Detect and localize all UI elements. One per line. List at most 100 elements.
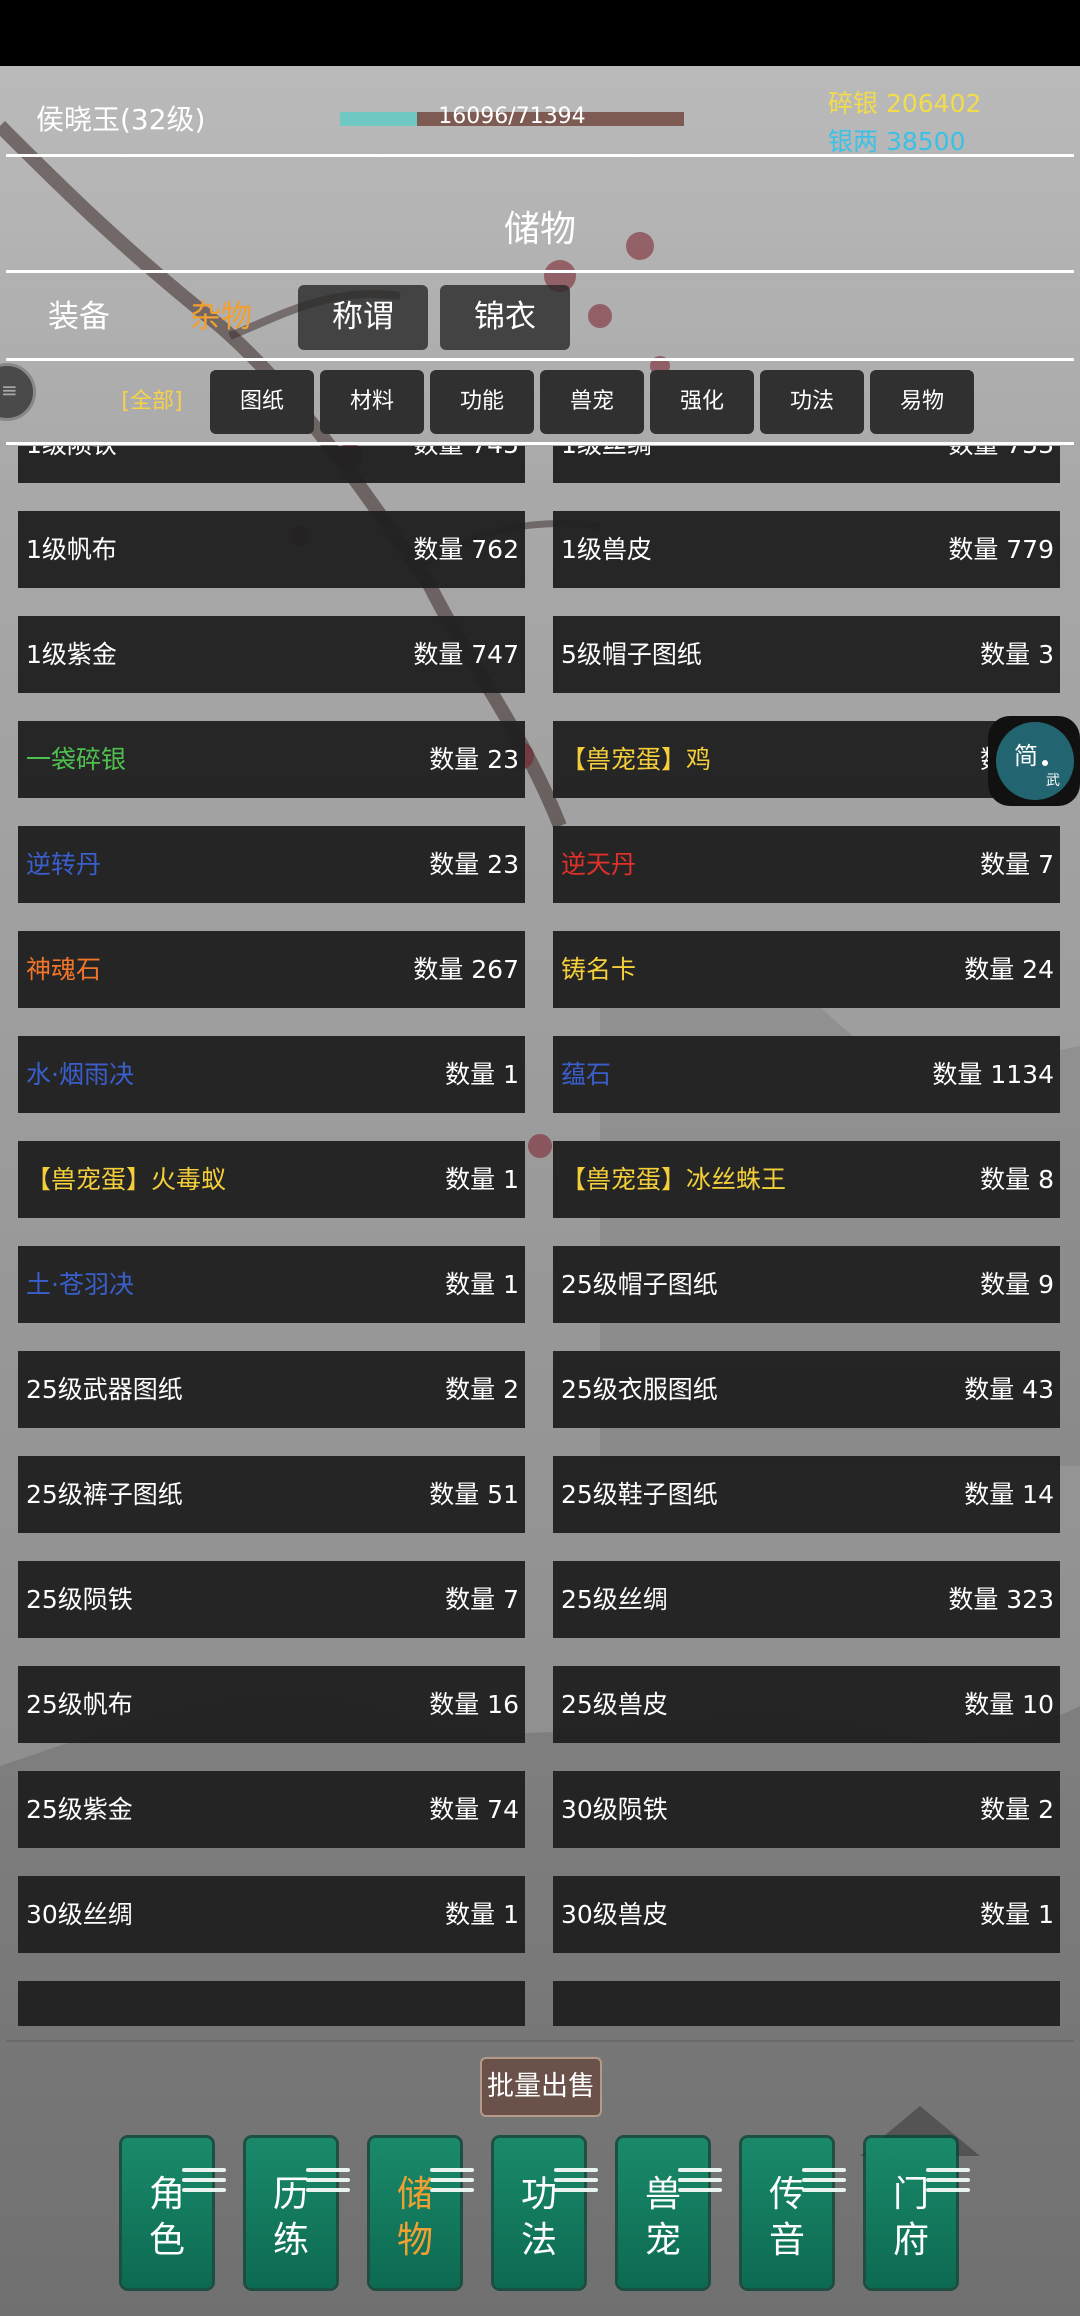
tab-0[interactable]: 装备 [14, 285, 144, 350]
item-count: 数量 51 [429, 1480, 519, 1509]
item-count: 数量 2 [980, 1795, 1054, 1824]
item-cell[interactable]: 25级帆布 数量 16 [18, 1666, 525, 1743]
item-cell[interactable]: 30级兽皮 数量 1 [553, 1876, 1060, 1953]
item-cell[interactable]: 1级兽皮 数量 779 [553, 511, 1060, 588]
filter-tab-1[interactable]: 图纸 [210, 370, 314, 434]
item-cell[interactable]: 蕴石 数量 1134 [553, 1036, 1060, 1113]
item-cell[interactable]: 25级武器图纸 数量 2 [18, 1351, 525, 1428]
item-name: 水·烟雨决 [26, 1060, 134, 1089]
item-cell[interactable]: 一袋碎银 数量 23 [18, 721, 525, 798]
item-name: 25级陨铁 [26, 1585, 133, 1614]
category-tabs: 装备 杂物 称谓 锦衣 [14, 285, 582, 350]
tab-3[interactable]: 锦衣 [440, 285, 570, 350]
experience-text: 16096/71394 [438, 104, 586, 129]
nav-button-0[interactable]: 角色 [122, 2138, 226, 2288]
item-name: 25级紫金 [26, 1795, 133, 1824]
item-name: 1级陨铁 [26, 446, 117, 483]
item-cell[interactable]: 25级衣服图纸 数量 43 [553, 1351, 1060, 1428]
item-name: 25级鞋子图纸 [561, 1480, 718, 1509]
divider [6, 358, 1074, 361]
item-cell[interactable] [18, 1981, 525, 2026]
filter-tab-7[interactable]: 易物 [870, 370, 974, 434]
filter-tab-4[interactable]: 兽宠 [540, 370, 644, 434]
nav-button-1[interactable]: 历练 [246, 2138, 350, 2288]
player-name-level[interactable]: 侯晓玉(32级) [36, 98, 205, 138]
item-name: 铸名卡 [561, 955, 637, 984]
item-name: 25级丝绸 [561, 1585, 668, 1614]
item-cell[interactable]: 水·烟雨决 数量 1 [18, 1036, 525, 1113]
filter-tab-0[interactable]: [全部] [100, 370, 204, 434]
divider [6, 2040, 1074, 2042]
item-cell[interactable]: 25级帽子图纸 数量 9 [553, 1246, 1060, 1323]
item-name: 逆天丹 [561, 850, 637, 879]
item-cell[interactable]: 【兽宠蛋】火毒蚁 数量 1 [18, 1141, 525, 1218]
item-count: 数量 747 [413, 640, 519, 669]
item-name: 25级帆布 [26, 1690, 133, 1719]
item-cell[interactable]: 25级陨铁 数量 7 [18, 1561, 525, 1638]
nav-button-5[interactable]: 传音 [742, 2138, 846, 2288]
side-drawer-handle[interactable]: ≡ [0, 363, 36, 421]
item-cell[interactable]: 25级丝绸 数量 323 [553, 1561, 1060, 1638]
item-cell[interactable]: 25级兽皮 数量 10 [553, 1666, 1060, 1743]
dot-icon [1042, 760, 1048, 766]
item-cell[interactable]: 【兽宠蛋】冰丝蛛王 数量 8 [553, 1141, 1060, 1218]
experience-bar: 16096/71394 [340, 104, 684, 129]
nav-button-4[interactable]: 兽宠 [618, 2138, 722, 2288]
nav-label: 历练 [272, 2174, 309, 2261]
divider [6, 270, 1074, 273]
filter-tab-6[interactable]: 功法 [760, 370, 864, 434]
nav-button-6[interactable]: 门府 [866, 2138, 970, 2288]
nav-button-3[interactable]: 功法 [494, 2138, 598, 2288]
item-count: 数量 43 [964, 1375, 1054, 1404]
item-name: 25级裤子图纸 [26, 1480, 183, 1509]
nav-label: 储物 [396, 2174, 433, 2261]
nav-label: 门府 [892, 2174, 929, 2261]
item-count: 数量 8 [980, 1165, 1054, 1194]
item-name: 【兽宠蛋】冰丝蛛王 [561, 1165, 787, 1194]
item-count: 数量 323 [948, 1585, 1054, 1614]
item-count: 数量 1 [445, 1270, 519, 1299]
item-cell[interactable]: 神魂石 数量 267 [18, 931, 525, 1008]
item-cell[interactable]: 逆转丹 数量 23 [18, 826, 525, 903]
item-cell[interactable]: 30级陨铁 数量 2 [553, 1771, 1060, 1848]
item-cell[interactable]: 1级丝绸 数量 753 [553, 446, 1060, 483]
silver-coin-amount: 碎银 206402 [828, 89, 982, 118]
item-name: 30级兽皮 [561, 1900, 668, 1929]
page-title: 储物 [503, 209, 576, 250]
item-cell[interactable]: 1级陨铁 数量 745 [18, 446, 525, 483]
item-cell[interactable] [553, 1981, 1060, 2026]
item-cell[interactable]: 逆天丹 数量 7 [553, 826, 1060, 903]
item-name: 【兽宠蛋】鸡 [561, 745, 712, 774]
item-count: 数量 1 [445, 1900, 519, 1929]
item-cell[interactable]: 土·苍羽决 数量 1 [18, 1246, 525, 1323]
item-name: 25级兽皮 [561, 1690, 668, 1719]
tab-2[interactable]: 称谓 [298, 285, 428, 350]
item-cell[interactable]: 1级紫金 数量 747 [18, 616, 525, 693]
item-count: 数量 2 [445, 1375, 519, 1404]
item-cell[interactable]: 30级丝绸 数量 1 [18, 1876, 525, 1953]
item-count: 数量 762 [413, 535, 519, 564]
batch-sell-button[interactable]: 批量出售 [480, 2057, 602, 2117]
item-name: 25级衣服图纸 [561, 1375, 718, 1404]
item-cell[interactable]: 25级紫金 数量 74 [18, 1771, 525, 1848]
item-cell[interactable]: 1级帆布 数量 762 [18, 511, 525, 588]
item-name: 30级丝绸 [26, 1900, 133, 1929]
nav-label: 传音 [768, 2174, 805, 2261]
floating-button-subtext: 武 [1046, 773, 1060, 789]
item-cell[interactable]: 25级鞋子图纸 数量 14 [553, 1456, 1060, 1533]
item-cell[interactable]: 【兽宠蛋】鸡数量 1 [553, 721, 1060, 798]
item-cell[interactable]: 5级帽子图纸 数量 3 [553, 616, 1060, 693]
item-grid[interactable]: 1级陨铁 数量 745 1级丝绸 数量 753 1级帆布 数量 762 1级兽皮 数量 779… [0, 446, 1080, 2026]
item-cell[interactable]: 铸名卡 数量 24 [553, 931, 1060, 1008]
filter-tab-3[interactable]: 功能 [430, 370, 534, 434]
tab-1[interactable]: 杂物 [156, 285, 286, 350]
item-name: 【兽宠蛋】火毒蚁 [26, 1165, 227, 1194]
item-name: 5级帽子图纸 [561, 640, 702, 669]
nav-button-2[interactable]: 储物 [370, 2138, 474, 2288]
item-count: 数量 16 [429, 1690, 519, 1719]
floating-assistant-button[interactable]: 简 武 [988, 716, 1080, 806]
filter-tab-2[interactable]: 材料 [320, 370, 424, 434]
filter-tab-5[interactable]: 强化 [650, 370, 754, 434]
item-count: 数量 24 [964, 955, 1054, 984]
item-cell[interactable]: 25级裤子图纸 数量 51 [18, 1456, 525, 1533]
